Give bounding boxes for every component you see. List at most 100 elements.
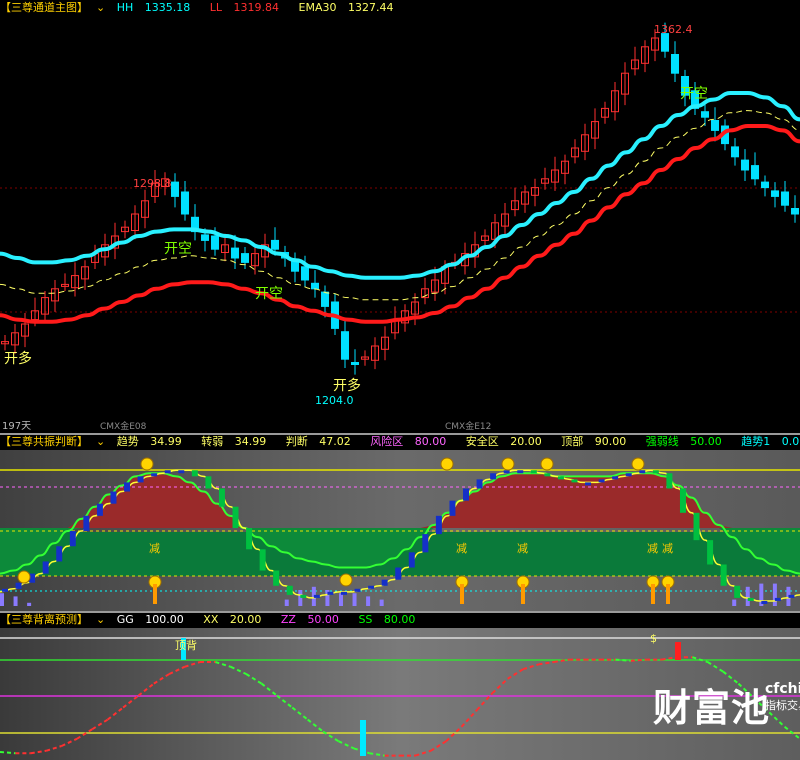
main-field-ema30: EMA30 1327.44 bbox=[298, 1, 394, 14]
histogram-bar bbox=[13, 596, 18, 606]
step-bar bbox=[734, 585, 741, 598]
chevron-down-icon[interactable]: ⌄ bbox=[96, 613, 105, 626]
step-bar bbox=[476, 479, 483, 489]
panel-divider[interactable] bbox=[0, 433, 800, 435]
step-bar bbox=[679, 488, 686, 513]
step-bar bbox=[313, 594, 320, 598]
candle-body bbox=[751, 165, 759, 180]
forecast-segment bbox=[768, 711, 786, 728]
forecast-segment bbox=[61, 737, 78, 747]
step-bar bbox=[56, 546, 63, 562]
signal-bar bbox=[666, 584, 670, 604]
period-label: 197天 bbox=[2, 421, 31, 432]
reduce-label: 减 bbox=[662, 542, 673, 555]
step-bar bbox=[381, 579, 388, 586]
step-bar bbox=[110, 491, 117, 504]
histogram-bar bbox=[27, 602, 32, 606]
watermark-right: cfchi.com 指标交易平台 bbox=[765, 681, 800, 713]
osc-field: 转弱 34.99 bbox=[201, 435, 267, 448]
osc-title: 【三尊共振判断】 bbox=[0, 435, 88, 448]
histogram-bar bbox=[366, 596, 371, 606]
watermark-url: cfchi.com bbox=[764, 681, 800, 697]
step-bar bbox=[191, 470, 198, 477]
main-chart-canvas[interactable]: 1298.8 1362.4 1204.0 开多 开空 开空 开多 开空 197天… bbox=[0, 0, 800, 434]
contract-label: CMX金E08 bbox=[100, 420, 147, 432]
top-divergence-label: 顶背 bbox=[175, 638, 197, 652]
candle-body bbox=[231, 247, 239, 259]
chevron-down-icon[interactable]: ⌄ bbox=[96, 435, 105, 448]
candle-body bbox=[741, 159, 749, 171]
step-bar bbox=[625, 473, 632, 477]
step-bar bbox=[652, 470, 659, 474]
candle-body bbox=[341, 331, 349, 360]
forecast-segment bbox=[661, 656, 678, 661]
price-label-low1: 1204.0 bbox=[315, 394, 354, 407]
bottom-bar bbox=[360, 720, 366, 756]
step-bar bbox=[218, 488, 225, 507]
forecast-segment bbox=[507, 668, 524, 680]
reduce-label: 减 bbox=[517, 542, 528, 555]
step-bar bbox=[557, 476, 564, 480]
forecast-segment bbox=[184, 661, 201, 668]
forecast-segment bbox=[522, 663, 539, 671]
osc-field: 强弱线 50.00 bbox=[645, 435, 722, 448]
osc-field: 安全区 20.00 bbox=[465, 435, 542, 448]
resonance-panel[interactable]: 【三尊共振判断】 ⌄ 趋势 34.99 转弱 34.99 判断 47.02 风险区… bbox=[0, 434, 800, 612]
forecast-segment bbox=[307, 718, 324, 733]
histogram-bar bbox=[772, 583, 777, 606]
forecast-segment bbox=[0, 751, 16, 755]
candle-body bbox=[171, 181, 179, 197]
step-bar bbox=[490, 473, 497, 480]
main-field-hh: HH 1335.18 bbox=[116, 1, 191, 14]
step-bar bbox=[124, 482, 131, 492]
step-bar bbox=[503, 470, 510, 474]
step-bar bbox=[164, 470, 171, 474]
signal-bar bbox=[153, 584, 157, 604]
chevron-down-icon[interactable]: ⌄ bbox=[96, 1, 105, 14]
step-bar bbox=[300, 594, 307, 598]
step-bar bbox=[788, 594, 795, 598]
candle-body bbox=[321, 291, 329, 307]
forecast-segment bbox=[122, 694, 140, 709]
candle-body bbox=[211, 235, 219, 250]
step-bar bbox=[69, 531, 76, 547]
candle-body bbox=[761, 181, 769, 189]
forecast-segment bbox=[538, 661, 555, 666]
osc-chart-canvas[interactable]: 减减减减减 bbox=[0, 434, 800, 612]
forecast-segment bbox=[338, 740, 355, 750]
main-price-panel[interactable]: 【三尊通道主图】 ⌄ HH 1335.18 LL 1319.84 EMA30 13… bbox=[0, 0, 800, 434]
signal-label-short: 开空 bbox=[164, 241, 192, 257]
step-bar bbox=[666, 473, 673, 489]
signal-bar bbox=[460, 584, 464, 604]
step-bar bbox=[83, 515, 90, 532]
osc-field: 风险区 80.00 bbox=[370, 435, 447, 448]
step-bar bbox=[544, 473, 551, 477]
candle-body bbox=[731, 146, 739, 158]
histogram-bar bbox=[745, 586, 750, 606]
fcst-field: XX 20.00 bbox=[203, 613, 262, 626]
fcst-field: GG 100.00 bbox=[116, 613, 184, 626]
histogram-bar bbox=[379, 599, 384, 606]
panel-divider[interactable] bbox=[0, 611, 800, 613]
forecast-segment bbox=[30, 749, 47, 755]
step-bar bbox=[42, 561, 49, 574]
step-bar bbox=[517, 470, 524, 474]
histogram-bar bbox=[284, 599, 289, 606]
signal-label-long: 开多 bbox=[333, 377, 361, 394]
smiley-icon bbox=[540, 457, 554, 471]
signal-label-short: 开空 bbox=[680, 86, 708, 102]
fcst-field: SS 80.00 bbox=[358, 613, 416, 626]
signal-label-short: 开空 bbox=[255, 286, 283, 302]
candle-body bbox=[661, 33, 669, 52]
step-bar bbox=[354, 588, 361, 592]
step-bar bbox=[530, 470, 537, 474]
step-bar bbox=[774, 597, 781, 601]
fcst-field: ZZ 50.00 bbox=[280, 613, 339, 626]
step-bar bbox=[598, 479, 605, 483]
signal-bar bbox=[675, 642, 681, 660]
watermark-subtitle: 指标交易平台 bbox=[764, 699, 800, 712]
reduce-label: 减 bbox=[149, 542, 160, 555]
forecast-segment bbox=[45, 745, 62, 752]
candle-body bbox=[711, 120, 719, 131]
main-field-ll: LL 1319.84 bbox=[209, 1, 280, 14]
